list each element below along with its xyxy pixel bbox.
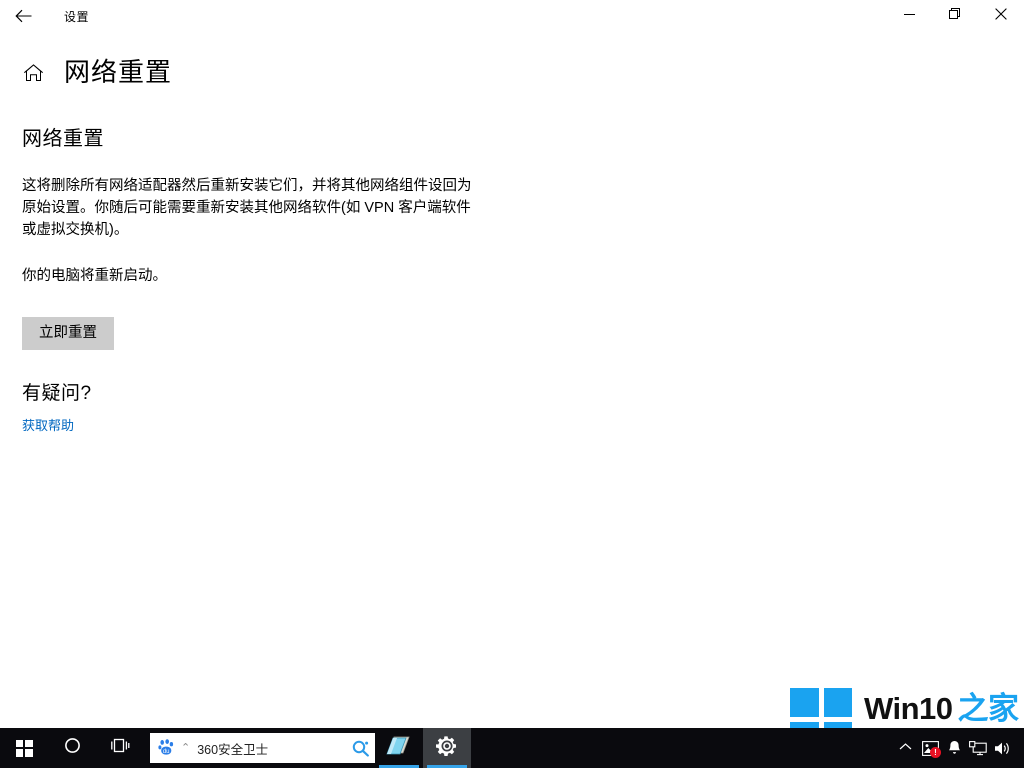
page-header: 网络重置: [0, 48, 172, 96]
watermark-brand: Win10 之家: [864, 693, 1019, 724]
show-hidden-icons-button[interactable]: [892, 728, 918, 768]
close-icon: [995, 7, 1007, 25]
section-heading: 网络重置: [22, 128, 104, 150]
notepad-icon: [386, 734, 412, 763]
svg-text:du: du: [163, 749, 170, 755]
baidu-paw-icon: du: [158, 739, 176, 757]
main-content: 网络重置 这将删除所有网络适配器然后重新安装它们，并将其他网络组件设回为原始设置…: [22, 122, 482, 435]
back-arrow-icon: [14, 9, 32, 23]
gear-icon: [435, 734, 459, 763]
back-button[interactable]: [0, 0, 46, 32]
minimize-button[interactable]: [886, 0, 932, 32]
home-icon[interactable]: [22, 61, 44, 83]
app-title: 设置: [64, 9, 90, 24]
baidu-search-box[interactable]: du ⌃ 360安全卫士: [150, 733, 375, 763]
taskbar-app-settings[interactable]: [423, 728, 471, 768]
start-button[interactable]: [0, 728, 48, 768]
maximize-button[interactable]: [932, 0, 978, 32]
window-titlebar: 设置: [0, 0, 1024, 32]
search-input[interactable]: 360安全卫士: [197, 739, 352, 758]
task-view-button[interactable]: [96, 728, 144, 768]
cortana-circle-icon: [64, 737, 81, 759]
reset-now-button[interactable]: 立即重置: [22, 317, 114, 351]
restore-icon: [949, 7, 961, 25]
watermark-brand-cn: 之家: [957, 691, 1020, 726]
volume-icon[interactable]: [990, 728, 1014, 768]
description-paragraph-2: 你的电脑将重新启动。: [22, 268, 167, 284]
task-view-icon: [110, 738, 130, 758]
network-icon[interactable]: [966, 728, 990, 768]
cortana-button[interactable]: [48, 728, 96, 768]
page-title: 网络重置: [64, 57, 173, 87]
windows-start-icon: [15, 739, 33, 757]
image-viewer-tray-icon[interactable]: !: [918, 728, 942, 768]
system-tray: !: [892, 728, 1024, 768]
close-button[interactable]: [978, 0, 1024, 32]
help-heading: 有疑问?: [22, 383, 92, 405]
watermark-brand-en: Win10: [864, 691, 953, 726]
minimize-icon: [903, 7, 915, 25]
notification-bell-icon[interactable]: [942, 728, 966, 768]
get-help-link[interactable]: 获取帮助: [22, 415, 74, 434]
description-paragraph-1: 这将删除所有网络适配器然后重新安装它们，并将其他网络组件设回为原始设置。你随后可…: [22, 178, 472, 238]
chevron-up-icon: [899, 742, 912, 754]
error-badge: !: [930, 747, 941, 758]
taskbar-app-notepad[interactable]: [375, 728, 423, 768]
taskbar: du ⌃ 360安全卫士 !: [0, 728, 1024, 768]
search-icon[interactable]: [352, 740, 369, 757]
chevron-up-icon[interactable]: ⌃: [181, 742, 190, 754]
